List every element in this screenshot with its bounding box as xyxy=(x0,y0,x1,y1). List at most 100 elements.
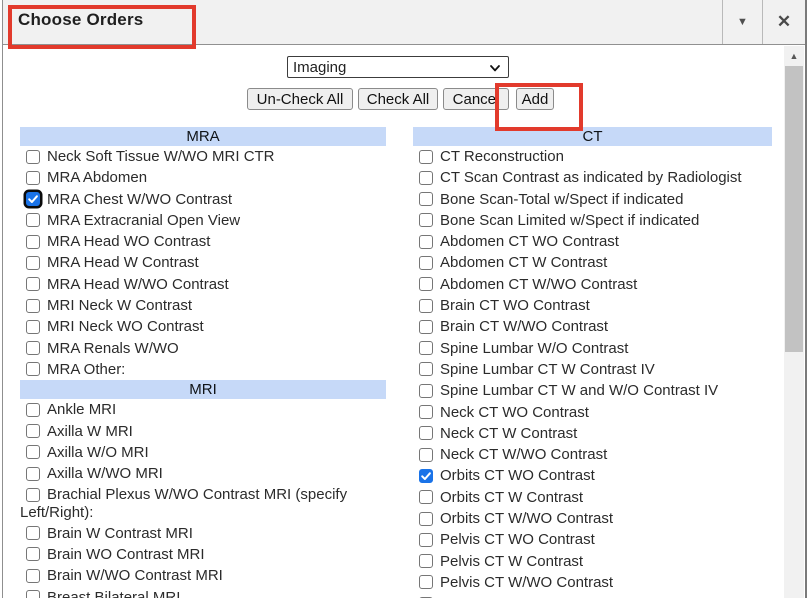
order-row[interactable]: Brain CT W/WO Contrast xyxy=(413,316,772,337)
order-label: Neck CT W Contrast xyxy=(440,425,577,442)
order-checkbox[interactable] xyxy=(26,320,40,334)
order-row[interactable]: Neck CT WO Contrast xyxy=(413,402,772,423)
order-checkbox[interactable] xyxy=(419,448,433,462)
order-checkbox[interactable] xyxy=(26,467,40,481)
order-row[interactable]: Spine Lumbar CT W Contrast IV xyxy=(413,359,772,380)
order-row[interactable]: MRI Neck W Contrast xyxy=(20,295,386,316)
order-row[interactable]: Bone Scan-Total w/Spect if indicated xyxy=(413,189,772,210)
order-checkbox[interactable] xyxy=(26,213,40,227)
order-row[interactable]: Pelvis CT W Contrast xyxy=(413,551,772,572)
order-row[interactable]: Pelvis CT WO Contrast xyxy=(413,529,772,550)
order-checkbox[interactable] xyxy=(419,320,433,334)
order-row[interactable]: Abdomen CT W Contrast xyxy=(413,252,772,273)
order-checkbox[interactable] xyxy=(419,426,433,440)
order-checkbox[interactable] xyxy=(26,192,40,206)
order-checkbox[interactable] xyxy=(419,171,433,185)
order-checkbox[interactable] xyxy=(419,512,433,526)
order-label: Axilla W MRI xyxy=(47,423,133,440)
uncheck-all-button[interactable]: Un-Check All xyxy=(247,88,353,110)
order-checkbox[interactable] xyxy=(419,299,433,313)
order-row[interactable]: CT Scan Contrast as indicated by Radiolo… xyxy=(413,167,772,188)
order-checkbox[interactable] xyxy=(26,256,40,270)
order-checkbox[interactable] xyxy=(26,547,40,561)
order-checkbox[interactable] xyxy=(419,256,433,270)
order-row[interactable]: MRI Neck WO Contrast xyxy=(20,316,386,337)
order-checkbox[interactable] xyxy=(26,590,40,598)
order-checkbox[interactable] xyxy=(419,384,433,398)
order-label: Orbits CT W Contrast xyxy=(440,489,583,506)
order-checkbox[interactable] xyxy=(26,445,40,459)
order-checkbox[interactable] xyxy=(26,403,40,417)
vertical-scrollbar[interactable]: ▲ xyxy=(784,46,804,598)
order-row[interactable]: Breast Bilateral MRI xyxy=(20,587,386,598)
order-checkbox[interactable] xyxy=(26,526,40,540)
order-checkbox[interactable] xyxy=(419,235,433,249)
order-checkbox[interactable] xyxy=(26,299,40,313)
order-checkbox[interactable] xyxy=(419,405,433,419)
order-checkbox[interactable] xyxy=(419,469,433,483)
order-row[interactable]: Axilla W MRI xyxy=(20,421,386,442)
order-checkbox[interactable] xyxy=(26,150,40,164)
order-row[interactable]: Abdomen CT W/WO Contrast xyxy=(413,274,772,295)
add-button[interactable]: Add xyxy=(516,88,554,110)
order-row[interactable]: MRA Extracranial Open View xyxy=(20,210,386,231)
order-row[interactable]: MRA Chest W/WO Contrast xyxy=(20,189,386,210)
order-checkbox[interactable] xyxy=(419,192,433,206)
order-row[interactable]: Orbits CT W Contrast xyxy=(413,487,772,508)
close-button[interactable]: ✕ xyxy=(763,0,805,44)
order-checkbox[interactable] xyxy=(26,235,40,249)
order-row[interactable]: CT Reconstruction xyxy=(413,146,772,167)
order-row[interactable]: Orbits CT WO Contrast xyxy=(413,465,772,486)
order-row[interactable]: Abdomen CT WO Contrast xyxy=(413,231,772,252)
order-label: Brain W Contrast MRI xyxy=(47,525,193,542)
order-row[interactable]: Brain CT WO Contrast xyxy=(413,295,772,316)
order-checkbox[interactable] xyxy=(419,362,433,376)
order-label: Axilla W/WO MRI xyxy=(47,465,163,482)
order-row[interactable]: Spine Lumbar W/O Contrast xyxy=(413,338,772,359)
order-row[interactable]: Brain WO Contrast MRI xyxy=(20,544,386,565)
order-checkbox[interactable] xyxy=(419,150,433,164)
order-row[interactable]: MRA Abdomen xyxy=(20,167,386,188)
order-row[interactable]: Pelvis CT W/WO Contrast xyxy=(413,572,772,593)
order-checkbox[interactable] xyxy=(419,533,433,547)
order-label: MRA Other: xyxy=(47,361,125,378)
cancel-button[interactable]: Cancel xyxy=(443,88,509,110)
order-row[interactable]: Bone Scan Limited w/Spect if indicated xyxy=(413,210,772,231)
order-row[interactable]: Ankle MRI xyxy=(20,399,386,420)
order-checkbox[interactable] xyxy=(419,490,433,504)
order-checkbox[interactable] xyxy=(26,569,40,583)
order-row[interactable]: MRA Head WO Contrast xyxy=(20,231,386,252)
order-row[interactable] xyxy=(413,593,772,598)
order-row[interactable]: Axilla W/WO MRI xyxy=(20,463,386,484)
order-row[interactable]: Neck Soft Tissue W/WO MRI CTR xyxy=(20,146,386,167)
order-row[interactable]: Spine Lumbar CT W and W/O Contrast IV xyxy=(413,380,772,401)
window-menu-button[interactable]: ▼ xyxy=(722,0,763,44)
check-all-button[interactable]: Check All xyxy=(358,88,438,110)
order-row[interactable]: MRA Head W Contrast xyxy=(20,252,386,273)
order-row[interactable]: Orbits CT W/WO Contrast xyxy=(413,508,772,529)
close-icon: ✕ xyxy=(777,12,791,32)
scroll-up-arrow-icon[interactable]: ▲ xyxy=(784,46,804,66)
order-checkbox[interactable] xyxy=(419,554,433,568)
order-row[interactable]: Axilla W/O MRI xyxy=(20,442,386,463)
order-row[interactable]: MRA Head W/WO Contrast xyxy=(20,274,386,295)
order-row[interactable]: Neck CT W/WO Contrast xyxy=(413,444,772,465)
order-row[interactable]: MRA Other: xyxy=(20,359,386,380)
order-checkbox[interactable] xyxy=(26,488,40,502)
order-row[interactable]: MRA Renals W/WO xyxy=(20,338,386,359)
order-checkbox[interactable] xyxy=(419,341,433,355)
order-row[interactable]: Brain W/WO Contrast MRI xyxy=(20,565,386,586)
order-row[interactable]: Brain W Contrast MRI xyxy=(20,523,386,544)
order-row[interactable]: Brachial Plexus W/WO Contrast MRI (speci… xyxy=(20,484,386,522)
order-checkbox[interactable] xyxy=(26,362,40,376)
order-checkbox[interactable] xyxy=(419,575,433,589)
category-select[interactable]: Imaging xyxy=(287,56,509,78)
scrollbar-thumb[interactable] xyxy=(785,66,803,352)
order-checkbox[interactable] xyxy=(26,171,40,185)
order-checkbox[interactable] xyxy=(26,277,40,291)
order-checkbox[interactable] xyxy=(419,277,433,291)
order-checkbox[interactable] xyxy=(419,213,433,227)
order-row[interactable]: Neck CT W Contrast xyxy=(413,423,772,444)
order-checkbox[interactable] xyxy=(26,424,40,438)
order-checkbox[interactable] xyxy=(26,341,40,355)
